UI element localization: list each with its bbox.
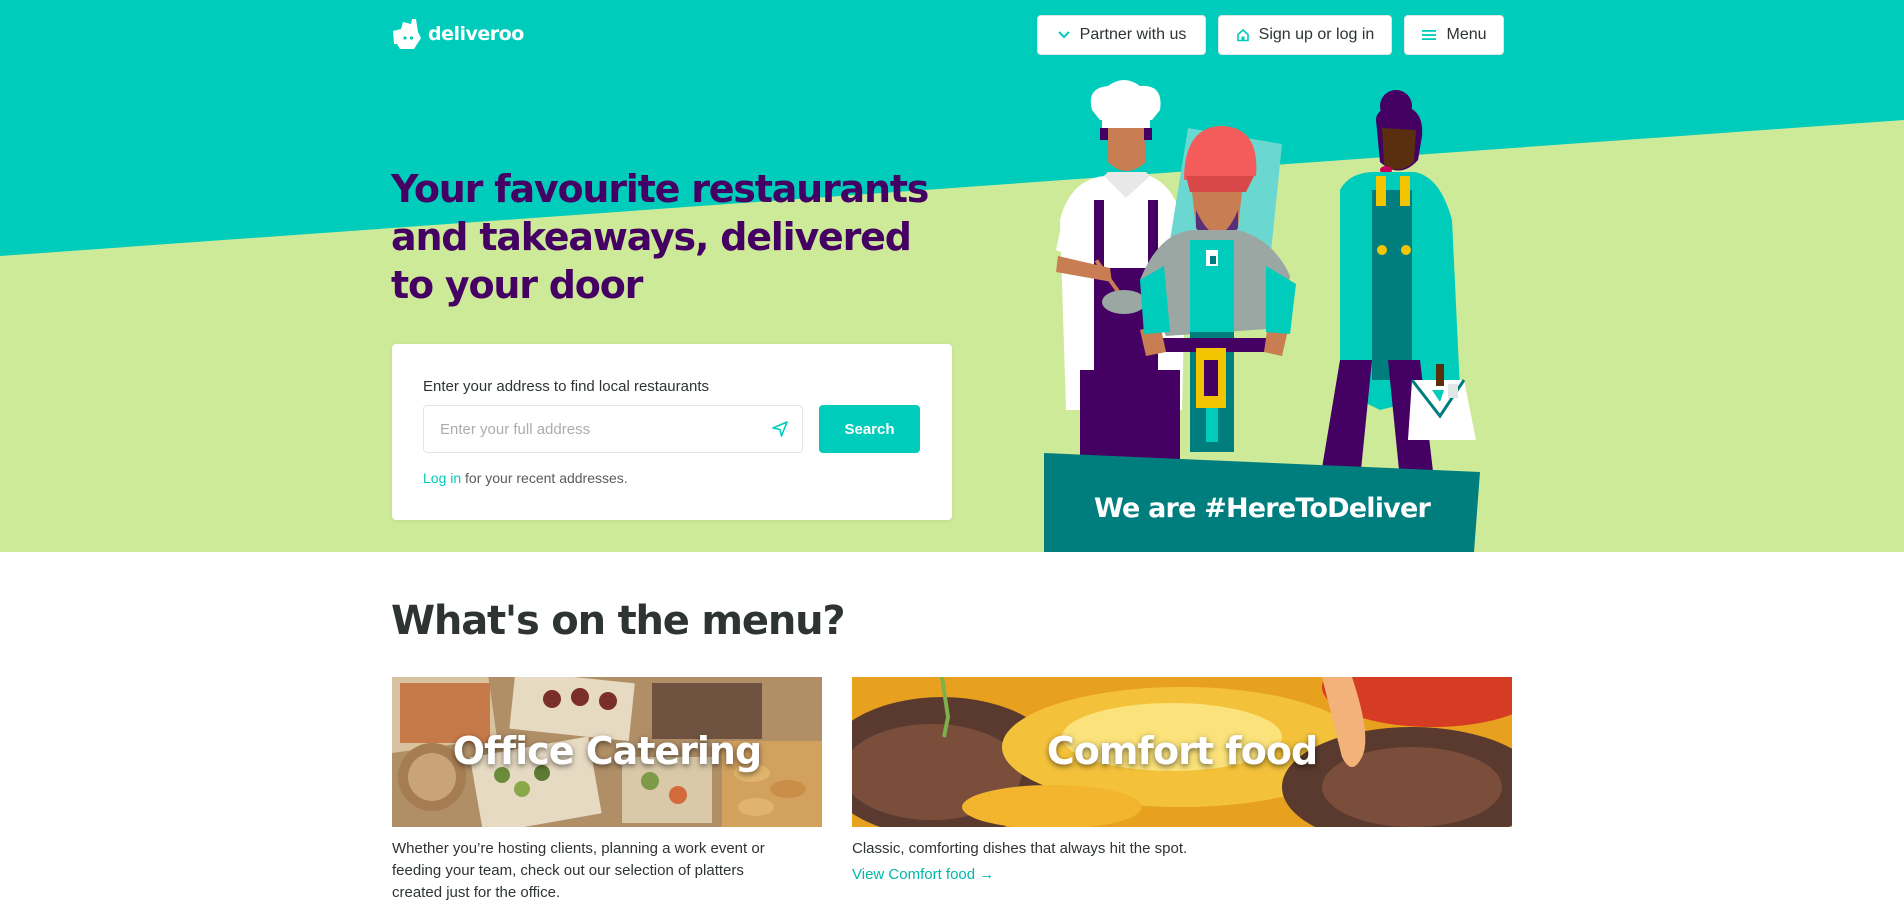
menu-section-title: What's on the menu? (391, 598, 846, 644)
partner-with-us-button[interactable]: Partner with us (1037, 15, 1206, 55)
address-search-label: Enter your address to find local restaur… (423, 378, 709, 395)
menu-button[interactable]: Menu (1404, 15, 1504, 55)
hero-title: Your favourite restaurants and takeaways… (391, 167, 929, 307)
deliveroo-logo[interactable]: deliveroo (392, 17, 524, 51)
site-header: deliveroo Partner with us Sign up or log… (392, 15, 1504, 55)
hero-background (0, 0, 1904, 256)
address-field (423, 405, 803, 453)
signup-button-label: Sign up or log in (1258, 26, 1375, 43)
office-catering-description: Whether you’re hosting clients, planning… (392, 840, 765, 901)
comfort-food-card[interactable]: Comfort food (852, 677, 1512, 827)
view-comfort-food-link[interactable]: View Comfort food → (852, 866, 994, 883)
login-hint: Log in for your recent addresses. (423, 470, 628, 486)
address-search-card: Enter your address to find local restaur… (392, 344, 952, 520)
menu-button-label: Menu (1446, 26, 1487, 43)
search-button[interactable]: Search (819, 405, 920, 453)
office-catering-caption: Office Catering (452, 729, 762, 773)
sign-up-or-log-in-button[interactable]: Sign up or log in (1218, 15, 1392, 55)
hero-section: deliveroo Partner with us Sign up or log… (0, 0, 1904, 552)
logo-wordmark: deliveroo (428, 23, 524, 45)
login-hint-text: for your recent addresses. (461, 470, 628, 486)
comfort-food-caption: Comfort food (1046, 729, 1318, 773)
location-arrow-icon[interactable] (770, 419, 790, 439)
hamburger-icon (1422, 30, 1437, 40)
office-catering-card[interactable]: Office Catering (392, 677, 822, 827)
comfort-food-description: Classic, comforting dishes that always h… (852, 840, 1188, 857)
chevron-down-icon (1057, 31, 1070, 39)
delivery-team-illustration (1056, 80, 1476, 480)
log-in-link[interactable]: Log in (423, 470, 461, 486)
address-input[interactable] (424, 406, 764, 452)
partner-button-label: Partner with us (1079, 26, 1187, 43)
home-icon (1236, 28, 1249, 42)
here-to-deliver-text: We are #HereToDeliver (1094, 493, 1431, 524)
kangaroo-icon (393, 19, 421, 49)
